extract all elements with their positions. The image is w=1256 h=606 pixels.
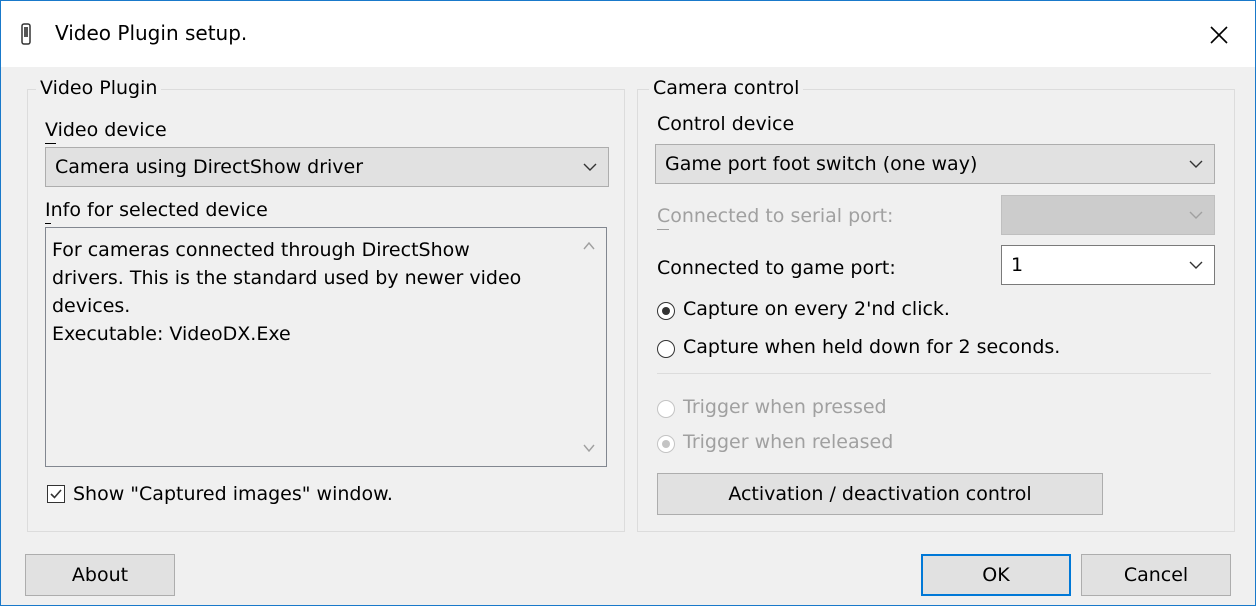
- title-bar[interactable]: Video Plugin setup.: [1, 1, 1255, 67]
- video-device-select[interactable]: Camera using DirectShow driver: [45, 147, 609, 187]
- video-plugin-group-label: Video Plugin: [36, 77, 162, 99]
- chevron-down-icon: [1189, 160, 1203, 168]
- close-icon: [1210, 26, 1228, 44]
- separator: [657, 373, 1211, 374]
- info-text: For cameras connected through DirectShow…: [52, 239, 522, 345]
- control-device-select[interactable]: Game port foot switch (one way): [655, 144, 1215, 184]
- capture-every-label[interactable]: Capture on every 2'nd click.: [683, 298, 950, 320]
- dialog-window: Video Plugin setup. Video Plugin Video d…: [0, 0, 1256, 606]
- info-label: Info for selected device: [45, 199, 268, 221]
- serial-port-mnemonic: [657, 229, 669, 230]
- trigger-pressed-label[interactable]: Trigger when pressed: [683, 396, 887, 418]
- about-button[interactable]: About: [25, 554, 175, 596]
- video-device-mnemonic: [45, 143, 56, 144]
- game-port-value: 1: [1011, 254, 1024, 276]
- trigger-released-radio[interactable]: [657, 435, 675, 453]
- video-device-value: Camera using DirectShow driver: [55, 156, 364, 178]
- window-title: Video Plugin setup.: [55, 21, 248, 45]
- activation-control-button[interactable]: Activation / deactivation control: [657, 473, 1103, 515]
- chevron-down-icon: [1189, 261, 1203, 269]
- serial-port-label: Connected to serial port:: [657, 205, 894, 227]
- ok-button[interactable]: OK: [921, 554, 1071, 596]
- checkmark-icon: [50, 489, 62, 499]
- camera-control-group-label: Camera control: [649, 77, 804, 99]
- capture-held-label[interactable]: Capture when held down for 2 seconds.: [683, 336, 1060, 358]
- show-captured-checkbox[interactable]: [47, 485, 65, 503]
- capture-every-radio[interactable]: [657, 302, 675, 320]
- cancel-button[interactable]: Cancel: [1081, 554, 1231, 596]
- serial-port-select[interactable]: [1001, 195, 1215, 235]
- chevron-down-icon: [583, 163, 597, 171]
- game-port-label: Connected to game port:: [657, 257, 896, 279]
- trigger-pressed-radio[interactable]: [657, 400, 675, 418]
- trigger-released-label[interactable]: Trigger when released: [683, 431, 893, 453]
- app-icon: [21, 23, 31, 45]
- control-device-label: Control device: [657, 113, 795, 135]
- info-scrollbar[interactable]: [572, 228, 606, 466]
- info-textbox[interactable]: For cameras connected through DirectShow…: [45, 227, 607, 467]
- control-device-value: Game port foot switch (one way): [665, 153, 978, 175]
- scroll-down-icon: [583, 444, 595, 453]
- game-port-select[interactable]: 1: [1001, 245, 1215, 285]
- chevron-down-icon: [1189, 211, 1203, 219]
- info-mnemonic: [45, 223, 51, 224]
- capture-held-radio[interactable]: [657, 340, 675, 358]
- video-device-label: Video device: [45, 119, 167, 141]
- scroll-up-icon: [583, 241, 595, 250]
- show-captured-label[interactable]: Show "Captured images" window.: [73, 483, 393, 505]
- close-button[interactable]: [1189, 13, 1249, 57]
